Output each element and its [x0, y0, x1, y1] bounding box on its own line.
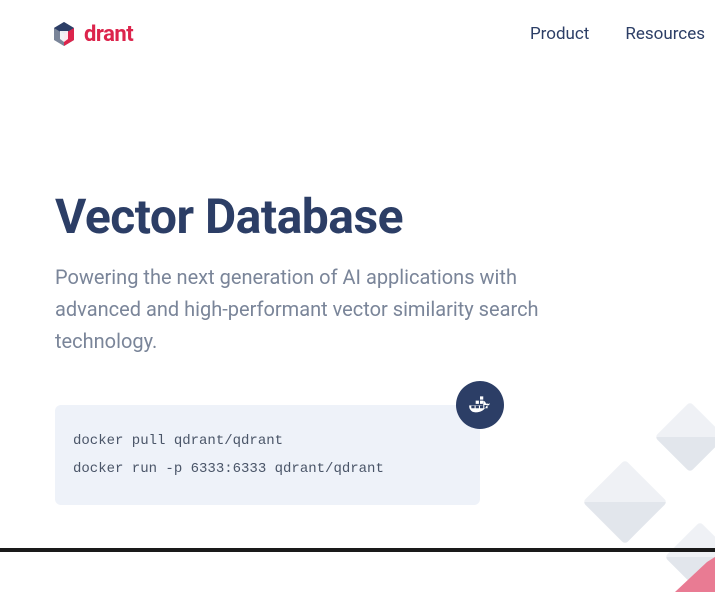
nav: Product Resources: [530, 24, 705, 44]
code-block: docker pull qdrant/qdrant docker run -p …: [55, 405, 480, 505]
code-section: docker pull qdrant/qdrant docker run -p …: [55, 405, 480, 505]
qdrant-logo-icon: [50, 20, 78, 48]
code-line-1: docker pull qdrant/qdrant: [73, 427, 462, 455]
background-cubes: [555, 392, 715, 592]
hero-title: Vector Database: [55, 188, 715, 245]
nav-product[interactable]: Product: [530, 24, 589, 44]
header: drant Product Resources: [0, 0, 715, 68]
bottom-bar: [0, 548, 715, 552]
logo-text: drant: [84, 22, 133, 47]
docker-icon: [456, 381, 504, 429]
hero-subtitle: Powering the next generation of AI appli…: [55, 261, 575, 357]
code-line-2: docker run -p 6333:6333 qdrant/qdrant: [73, 455, 462, 483]
nav-resources[interactable]: Resources: [625, 24, 705, 44]
logo[interactable]: drant: [50, 20, 133, 48]
